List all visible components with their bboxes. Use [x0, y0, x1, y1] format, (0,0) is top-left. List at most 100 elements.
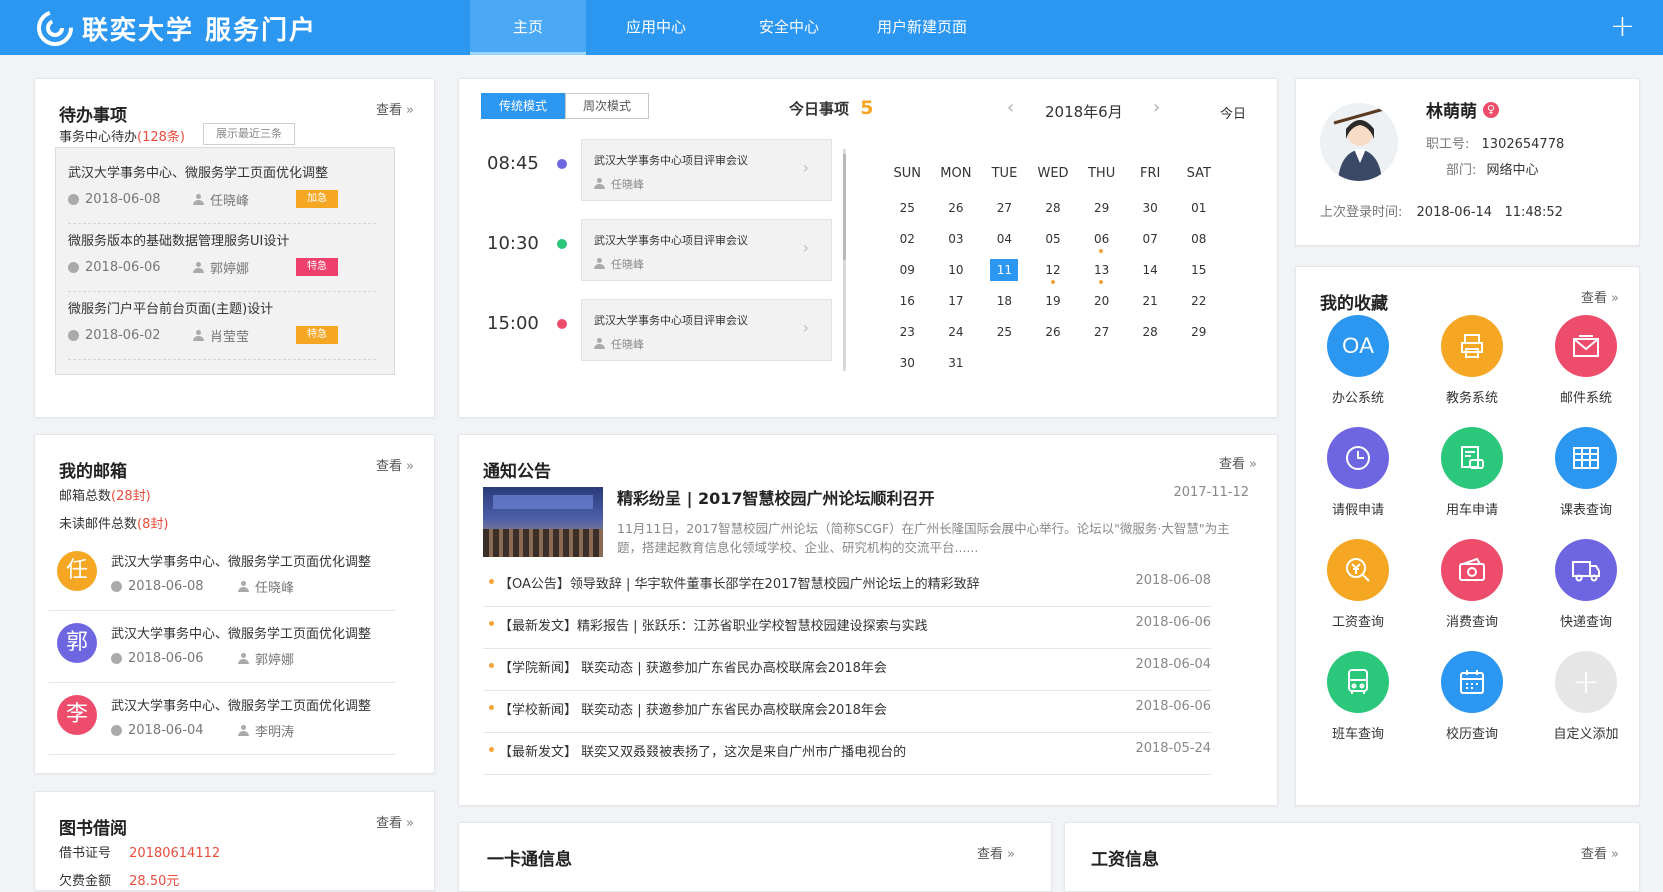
- headline-summary: 11月11日，2017智慧校园广州论坛（简称SCGF）在广州长隆国际会展中心举行…: [617, 521, 1230, 555]
- calendar-day[interactable]: 05: [1029, 226, 1078, 257]
- calendar-day[interactable]: 20: [1077, 288, 1126, 319]
- mail-more-link[interactable]: 查看»: [376, 455, 414, 474]
- today-events-count: 5: [860, 97, 874, 119]
- calendar-day[interactable]: 25: [883, 195, 932, 226]
- calendar-day[interactable]: 19: [1029, 288, 1078, 319]
- event-time: 10:30: [487, 233, 539, 254]
- event-dot: [557, 319, 567, 329]
- todo-item-person: 任晓峰: [210, 193, 250, 209]
- event-card[interactable]: 武汉大学事务中心项目评审会议 任晓峰 ›: [581, 139, 832, 201]
- event-card[interactable]: 武汉大学事务中心项目评审会议 任晓峰 ›: [581, 219, 832, 281]
- calendar-day[interactable]: 11: [980, 257, 1029, 288]
- calendar-day[interactable]: 24: [932, 319, 981, 350]
- logo[interactable]: 联奕大学 服务门户: [36, 8, 317, 48]
- calendar-day[interactable]: 17: [932, 288, 981, 319]
- nav-security-center[interactable]: 安全中心: [726, 0, 852, 55]
- calendar-day[interactable]: 26: [932, 195, 981, 226]
- calendar-day[interactable]: 07: [1126, 226, 1175, 257]
- calendar-day[interactable]: 21: [1126, 288, 1175, 319]
- notice-more-link[interactable]: 查看»: [1219, 453, 1257, 472]
- favorite-shuttle-query[interactable]: 班车查询: [1308, 651, 1408, 742]
- calendar-day[interactable]: 15: [1174, 257, 1223, 288]
- library-more-link[interactable]: 查看»: [376, 812, 414, 831]
- schedule-scrollbar-thumb[interactable]: [843, 154, 846, 260]
- favorite-school-calendar-query[interactable]: 校历查询: [1422, 651, 1522, 742]
- schedule-event[interactable]: 15:00 武汉大学事务中心项目评审会议 任晓峰 ›: [487, 299, 847, 361]
- nav-home[interactable]: 主页: [470, 0, 586, 55]
- mail-item[interactable]: 李 武汉大学事务中心、微服务学工页面优化调整 2018-06-04 李明涛: [49, 687, 395, 755]
- calendar-day[interactable]: 10: [932, 257, 981, 288]
- today-button[interactable]: 今日: [1220, 103, 1246, 122]
- mail-item[interactable]: 郭 武汉大学事务中心、微服务学工页面优化调整 2018-06-06 郭婷娜: [49, 615, 395, 683]
- mode-weekly-button[interactable]: 周次模式: [565, 93, 649, 119]
- headline-thumbnail[interactable]: [483, 487, 603, 557]
- todo-item[interactable]: 武汉大学事务中心、微服务学工页面优化调整 2018-06-08 任晓峰 加急: [68, 162, 376, 224]
- mode-traditional-button[interactable]: 传统模式: [481, 93, 565, 119]
- event-card[interactable]: 武汉大学事务中心项目评审会议 任晓峰 ›: [581, 299, 832, 361]
- calendar-day[interactable]: 18: [980, 288, 1029, 319]
- favorite-label: 用车申请: [1445, 503, 1498, 518]
- todo-item[interactable]: 微服务版本的基础数据管理服务UI设计 2018-06-06 郭婷娜 特急: [68, 230, 376, 292]
- news-item[interactable]: 【最新发文】 联奕又双叒叕被表扬了，这次是来自广州市广播电视台的 2018-05…: [483, 733, 1211, 775]
- calendar-day[interactable]: 09: [883, 257, 932, 288]
- calendar-day[interactable]: 27: [980, 195, 1029, 226]
- calendar-day[interactable]: 29: [1174, 319, 1223, 350]
- favorite-mail-system[interactable]: 邮件系统: [1536, 315, 1636, 406]
- mail-item[interactable]: 任 武汉大学事务中心、微服务学工页面优化调整 2018-06-08 任晓峰: [49, 543, 395, 611]
- calendar-day[interactable]: 31: [932, 350, 981, 381]
- favorite-express-query[interactable]: 快递查询: [1536, 539, 1636, 630]
- calendar-day[interactable]: 14: [1126, 257, 1175, 288]
- schedule-event[interactable]: 10:30 武汉大学事务中心项目评审会议 任晓峰 ›: [487, 219, 847, 281]
- calendar-day[interactable]: 25: [980, 319, 1029, 350]
- calendar-day[interactable]: 30: [1126, 195, 1175, 226]
- prev-month-icon[interactable]: ‹: [1007, 97, 1014, 118]
- todo-item-title: 武汉大学事务中心、微服务学工页面优化调整: [68, 166, 329, 181]
- calendar-day[interactable]: 01: [1174, 195, 1223, 226]
- news-item[interactable]: 【OA公告】领导致辞 | 华宇软件董事长邵学在2017智慧校园广州论坛上的精彩致…: [483, 565, 1211, 607]
- calendar-day[interactable]: 16: [883, 288, 932, 319]
- favorites-more-link[interactable]: 查看»: [1581, 287, 1619, 306]
- favorite-consumption-query[interactable]: 消费查询: [1422, 539, 1522, 630]
- favorite-vehicle-request[interactable]: 用车申请: [1422, 427, 1522, 518]
- news-item[interactable]: 【最新发文】精彩报告 | 张跃乐：江苏省职业学校智慧校园建设探索与实践 2018…: [483, 607, 1211, 649]
- bullet-icon: [489, 621, 494, 626]
- clock-icon: [68, 193, 79, 205]
- calendar-day[interactable]: 28: [1029, 195, 1078, 226]
- todo-item[interactable]: 微服务门户平台前台页面(主题)设计 2018-06-02 肖莹莹 特急: [68, 298, 376, 360]
- favorite-leave-request[interactable]: 请假申请: [1308, 427, 1408, 518]
- calendar-day[interactable]: 29: [1077, 195, 1126, 226]
- calendar-day[interactable]: 26: [1029, 319, 1078, 350]
- table-icon: [1555, 427, 1617, 489]
- favorite-custom-add[interactable]: + 自定义添加: [1536, 651, 1636, 742]
- ecard-more-link[interactable]: 查看»: [977, 843, 1015, 862]
- favorite-timetable-query[interactable]: 课表查询: [1536, 427, 1636, 518]
- calendar-day[interactable]: 03: [932, 226, 981, 257]
- favorite-label: 邮件系统: [1559, 391, 1612, 406]
- calendar-day[interactable]: 22: [1174, 288, 1223, 319]
- calendar-day[interactable]: 13: [1077, 257, 1126, 288]
- calendar-day[interactable]: 30: [883, 350, 932, 381]
- add-icon[interactable]: +: [1610, 10, 1635, 44]
- next-month-icon[interactable]: ›: [1153, 97, 1160, 118]
- calendar-day[interactable]: 06: [1077, 226, 1126, 257]
- news-item[interactable]: 【学院新闻】 联奕动态 | 获邀参加广东省民办高校联席会2018年会 2018-…: [483, 649, 1211, 691]
- calendar-day[interactable]: 08: [1174, 226, 1223, 257]
- schedule-event[interactable]: 08:45 武汉大学事务中心项目评审会议 任晓峰 ›: [487, 139, 847, 201]
- nav-user-new-page[interactable]: 用户新建页面: [852, 0, 992, 55]
- calendar-day[interactable]: 27: [1077, 319, 1126, 350]
- news-item[interactable]: 【学校新闻】 联奕动态 | 获邀参加广东省民办高校联席会2018年会 2018-…: [483, 691, 1211, 733]
- salary-more-link[interactable]: 查看»: [1581, 843, 1619, 862]
- calendar-day[interactable]: 23: [883, 319, 932, 350]
- todo-more-link[interactable]: 查看»: [376, 99, 414, 118]
- nav-app-center[interactable]: 应用中心: [586, 0, 726, 55]
- headline-title[interactable]: 精彩纷呈 | 2017智慧校园广州论坛顺利召开: [617, 485, 935, 509]
- clock-icon: [111, 581, 122, 592]
- favorite-academic-system[interactable]: 教务系统: [1422, 315, 1522, 406]
- user-avatar[interactable]: [1320, 103, 1398, 181]
- calendar-day[interactable]: 02: [883, 226, 932, 257]
- calendar-day[interactable]: 28: [1126, 319, 1175, 350]
- calendar-day[interactable]: 04: [980, 226, 1029, 257]
- favorite-salary-query[interactable]: 工资查询: [1308, 539, 1408, 630]
- favorite-oa-system[interactable]: OA 办公系统: [1308, 315, 1408, 406]
- calendar-day[interactable]: 12: [1029, 257, 1078, 288]
